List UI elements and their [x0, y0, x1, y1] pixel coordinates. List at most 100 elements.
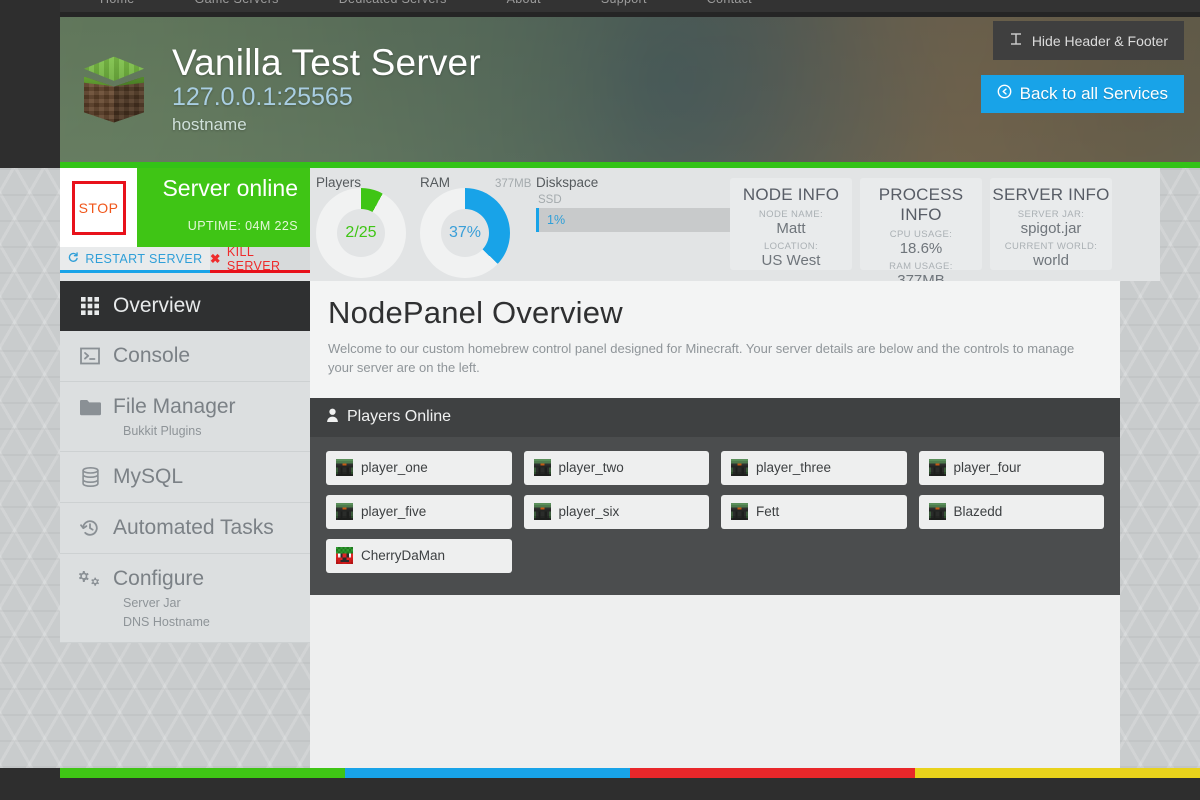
nav-item-contact[interactable]: Contact	[707, 0, 752, 6]
server-status-indicator: Server online UPTIME: 04M 22S	[137, 168, 310, 247]
stop-button-label: STOP	[79, 200, 119, 216]
ram-gauge: 37%	[420, 188, 510, 278]
hide-header-footer-button[interactable]: Hide Header & Footer	[993, 21, 1184, 60]
footer	[0, 778, 1200, 800]
grid-icon	[78, 296, 102, 316]
sidebar-item-console[interactable]: Console	[60, 331, 310, 382]
player-card[interactable]: player_four	[919, 451, 1105, 485]
diskspace-value: 1%	[547, 213, 565, 227]
player-name: Blazedd	[954, 504, 1003, 519]
footer-stripe-green	[60, 768, 345, 778]
process-info-card: PROCESS INFO CPU USAGE: 18.6% RAM USAGE:…	[860, 178, 982, 270]
players-grid: player_one player_two player_three player_f…	[310, 437, 1120, 595]
sidebar-item-automated-tasks[interactable]: Automated Tasks	[60, 503, 310, 554]
player-card[interactable]: player_three	[721, 451, 907, 485]
sidebar-subitem-server-jar[interactable]: Server Jar	[78, 596, 310, 610]
node-name-value: Matt	[730, 220, 852, 237]
player-card[interactable]: Fett	[721, 495, 907, 529]
player-avatar-icon	[929, 459, 946, 476]
resize-vertical-icon	[1009, 32, 1023, 49]
player-name: player_two	[559, 460, 624, 475]
sidebar-item-label: Configure	[113, 567, 204, 591]
server-jar-value: spigot.jar	[990, 220, 1112, 237]
folder-icon	[78, 399, 102, 416]
hide-header-footer-label: Hide Header & Footer	[1032, 33, 1168, 49]
player-name: CherryDaMan	[361, 548, 445, 563]
info-cards: NODE INFO NODE NAME: Matt LOCATION: US W…	[730, 178, 1112, 270]
player-card[interactable]: player_five	[326, 495, 512, 529]
sidebar-item-file-manager[interactable]: File Manager Bukkit Plugins	[60, 382, 310, 452]
process-info-title: PROCESS INFO	[860, 185, 982, 225]
players-gauge-value: 2/25	[345, 224, 376, 242]
main-content: NodePanel Overview Welcome to our custom…	[310, 281, 1120, 768]
nav-item-support[interactable]: Support	[601, 0, 647, 6]
node-location-key: LOCATION:	[730, 241, 852, 252]
node-info-card: NODE INFO NODE NAME: Matt LOCATION: US W…	[730, 178, 852, 270]
players-online-title: Players Online	[347, 408, 451, 426]
server-info-card: SERVER INFO SERVER JAR: spigot.jar CURRE…	[990, 178, 1112, 270]
node-name-key: NODE NAME:	[730, 209, 852, 220]
nav-item-dedicated-servers[interactable]: Dedicated Servers	[339, 0, 447, 6]
diskspace-sub-label: SSD	[538, 194, 562, 206]
nav-item-about[interactable]: About	[507, 0, 541, 6]
stop-button[interactable]: STOP	[72, 181, 126, 235]
user-icon	[326, 408, 339, 427]
page-root: Home Game Servers Dedicated Servers Abou…	[0, 0, 1200, 800]
server-address: 127.0.0.1:25565	[172, 82, 481, 113]
player-card[interactable]: Blazedd	[919, 495, 1105, 529]
player-avatar-icon	[929, 503, 946, 520]
ram-usage-key: RAM USAGE:	[860, 261, 982, 272]
ram-gauge-value: 37%	[449, 224, 481, 242]
current-world-key: CURRENT WORLD:	[990, 241, 1112, 252]
player-card[interactable]: player_six	[524, 495, 710, 529]
player-card[interactable]: player_two	[524, 451, 710, 485]
cpu-usage-value: 18.6%	[860, 240, 982, 257]
sidebar-item-label: Automated Tasks	[113, 516, 274, 540]
body-background: STOP Server online UPTIME: 04M 22S RESTA…	[0, 168, 1200, 768]
sidebar-item-mysql[interactable]: MySQL	[60, 452, 310, 503]
kill-server-button[interactable]: ✖ KILL SERVER	[210, 247, 310, 273]
sidebar-item-overview[interactable]: Overview	[60, 281, 310, 331]
player-avatar-icon	[731, 503, 748, 520]
player-avatar-icon	[336, 459, 353, 476]
server-info-title: SERVER INFO	[990, 185, 1112, 205]
page-title: Vanilla Test Server	[172, 44, 481, 82]
player-avatar-icon	[336, 547, 353, 564]
sidebar: Overview Console File Manager Bukkit Plugin…	[60, 281, 310, 768]
sidebar-item-label: Overview	[113, 294, 201, 318]
server-header: Vanilla Test Server 127.0.0.1:25565 host…	[60, 17, 1200, 162]
footer-stripe-red	[630, 768, 915, 778]
top-navigation: Home Game Servers Dedicated Servers Abou…	[60, 0, 1200, 12]
kill-server-label: KILL SERVER	[227, 245, 310, 273]
server-uptime-text: UPTIME: 04M 22S	[137, 219, 298, 233]
nav-item-home[interactable]: Home	[100, 0, 135, 6]
diskspace-label: Diskspace	[536, 175, 598, 190]
footer-stripe-yellow	[915, 768, 1200, 778]
players-online-panel: Players Online player_oneplayer_twoplaye…	[310, 398, 1120, 595]
player-name: Fett	[756, 504, 779, 519]
player-name: player_four	[954, 460, 1022, 475]
player-avatar-icon	[336, 503, 353, 520]
player-card[interactable]: CherryDaMan	[326, 539, 512, 573]
ram-total-text: 377MB	[495, 178, 531, 190]
overview-title: NodePanel Overview	[328, 295, 1102, 331]
nav-item-game-servers[interactable]: Game Servers	[195, 0, 279, 6]
terminal-icon	[78, 347, 102, 365]
overview-header: NodePanel Overview Welcome to our custom…	[310, 281, 1120, 398]
sidebar-item-label: File Manager	[113, 395, 236, 419]
sidebar-item-configure[interactable]: Configure Server Jar DNS Hostname	[60, 554, 310, 643]
resource-gauges: Players 2/25 RAM 377MB 37% Diskspace SSD…	[310, 168, 730, 281]
sidebar-subitem-bukkit-plugins[interactable]: Bukkit Plugins	[78, 424, 310, 438]
sidebar-subitem-dns-hostname[interactable]: DNS Hostname	[78, 615, 310, 629]
players-online-header: Players Online	[310, 398, 1120, 437]
player-name: player_six	[559, 504, 620, 519]
player-card[interactable]: player_one	[326, 451, 512, 485]
server-status-text: Server online	[137, 174, 298, 203]
back-to-all-services-button[interactable]: Back to all Services	[981, 75, 1184, 113]
restart-server-button[interactable]: RESTART SERVER	[60, 247, 210, 273]
node-location-value: US West	[730, 252, 852, 269]
players-gauge: 2/25	[316, 188, 406, 278]
x-mark-icon: ✖	[210, 251, 221, 266]
player-name: player_three	[756, 460, 831, 475]
sidebar-item-label: Console	[113, 344, 190, 368]
